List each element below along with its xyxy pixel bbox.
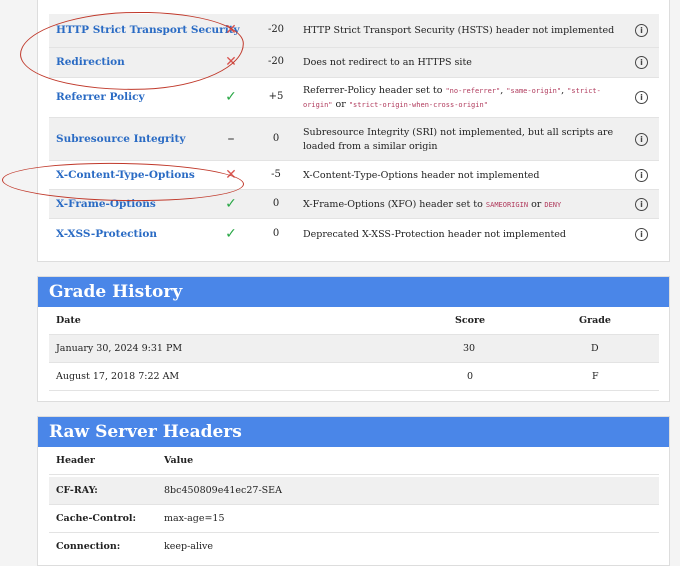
test-description: X-Frame-Options (XFO) header set to SAME… [303,198,623,212]
fail-icon: ✕ [225,166,237,183]
test-description: X-Content-Type-Options header not implem… [303,169,540,181]
test-score: +5 [268,91,284,102]
test-name-link[interactable]: Redirection [56,56,125,68]
test-score: -20 [267,24,285,35]
desc-prefix: X-Frame-Options (XFO) header set to [303,198,483,210]
grade-history-card: Grade History Date Score Grade January 3… [37,276,670,402]
table-row: CF-RAY: 8bc450809e41ec27-SEA [49,477,659,505]
test-name-link[interactable]: Referrer Policy [56,91,145,103]
test-row: X-Content-Type-Options ✕ -5 X-Content-Type-… [49,161,659,190]
table-row: August 17, 2018 7:22 AM 0 F [49,363,659,391]
check-icon: ✓ [225,195,237,212]
info-icon[interactable]: i [635,168,648,182]
grade-column-header: Grade [579,315,611,326]
test-name-link[interactable]: X-XSS-Protection [56,228,157,240]
header-value-code: "no-referrer" [445,87,501,95]
history-date: January 30, 2024 9:31 PM [56,343,183,354]
desc-prefix: Referrer-Policy header set to [303,85,443,96]
dash-icon: – [227,130,235,147]
test-score: 0 [272,132,280,144]
tests-card: HTTP Strict Transport Security ✕ -20 HTTP S… [37,0,670,262]
test-row: Referrer Policy ✓ +5 Referrer-Policy header… [49,78,659,118]
info-icon[interactable]: i [635,24,648,37]
desc-or: or [335,99,346,110]
test-name-link[interactable]: Subresource Integrity [56,133,185,145]
grade-history-title: Grade History [38,277,669,307]
header-value-code: "strict-origin-when-cross-origin" [348,101,488,109]
header-value: 8bc450809e41ec27-SEA [164,485,282,496]
header-value-code: SAMEORIGIN [485,200,529,209]
test-name-link[interactable]: X-Content-Type-Options [56,169,195,181]
header-value: keep-alive [164,541,214,552]
test-description: HTTP Strict Transport Security (HSTS) he… [303,25,615,36]
raw-headers-title: Raw Server Headers [38,417,669,447]
check-icon: ✓ [225,225,237,242]
header-column-header: Header [56,455,95,466]
test-score: -5 [271,168,281,180]
test-row: Redirection ✕ -20 Does not redirect to an H… [49,48,659,78]
info-icon[interactable]: i [635,56,648,69]
history-grade: D [591,343,599,354]
test-row: HTTP Strict Transport Security ✕ -20 HTTP S… [49,14,659,48]
raw-headers-header-row: Header Value [49,447,659,475]
test-description: Does not redirect to an HTTPS site [303,57,472,68]
history-score: 30 [463,343,476,354]
fail-icon: ✕ [225,54,237,70]
desc-or: or [531,198,542,210]
info-icon[interactable]: i [635,132,648,146]
grade-history-header-row: Date Score Grade [49,307,659,335]
info-icon[interactable]: i [635,227,648,241]
info-icon[interactable]: i [635,197,648,211]
history-grade: F [592,371,599,382]
test-name-link[interactable]: HTTP Strict Transport Security [56,24,240,36]
test-name-link[interactable]: X-Frame-Options [56,198,156,210]
test-row: X-Frame-Options ✓ 0 X-Frame-Options (XFO) h… [49,190,659,219]
info-icon[interactable]: i [635,91,648,104]
test-row: Subresource Integrity – 0 Subresource Integ… [49,118,659,161]
header-name: CF-RAY: [56,485,98,496]
check-icon: ✓ [225,89,237,105]
table-row: January 30, 2024 9:31 PM 30 D [49,335,659,363]
header-value-code: "same-origin" [506,87,562,95]
date-column-header: Date [56,315,81,326]
fail-icon: ✕ [225,22,237,38]
raw-headers-card: Raw Server Headers Header Value CF-RAY: … [37,416,670,566]
header-value: max-age=15 [164,513,225,524]
test-description: Subresource Integrity (SRI) not implemen… [303,126,614,152]
header-value-code: DENY [544,200,562,209]
score-column-header: Score [455,315,486,326]
value-column-header: Value [164,455,194,466]
test-description: Referrer-Policy header set to "no-referr… [303,85,601,110]
table-row: Connection: keep-alive [49,533,659,561]
test-score: 0 [272,197,280,209]
test-row: X-XSS-Protection ✓ 0 Deprecated X-XSS-Prote… [49,219,659,250]
history-date: August 17, 2018 7:22 AM [56,371,180,382]
test-score: 0 [272,227,280,239]
test-score: -20 [267,56,285,67]
header-name: Connection: [56,541,121,552]
history-score: 0 [467,371,474,382]
test-description: Deprecated X-XSS-Protection header not i… [303,228,567,240]
table-row: Cache-Control: max-age=15 [49,505,659,533]
header-name: Cache-Control: [56,513,137,524]
